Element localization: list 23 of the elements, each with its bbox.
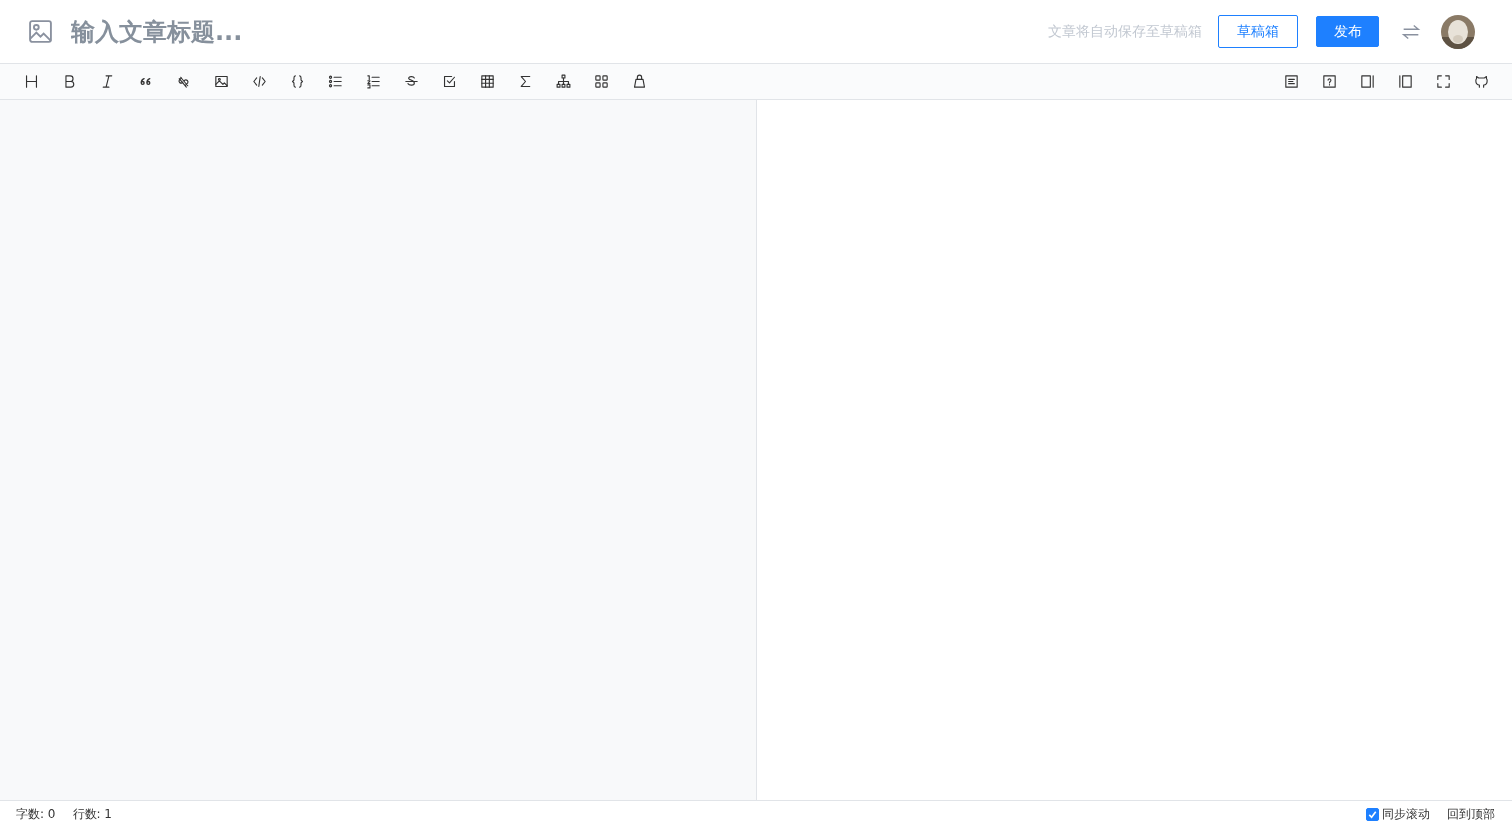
- title-field[interactable]: 输入文章标题...: [71, 17, 571, 46]
- autosave-note: 文章将自动保存至草稿箱: [1048, 22, 1202, 41]
- panel-left-icon[interactable]: [1396, 73, 1414, 90]
- stat-text: 行数: 1: [72, 805, 112, 823]
- publish-button[interactable]: 发布: [1316, 16, 1379, 47]
- table-icon[interactable]: [478, 73, 496, 90]
- sync-scroll-label: 同步滚动: [1382, 805, 1430, 823]
- image-icon[interactable]: [212, 73, 230, 90]
- avatar[interactable]: [1441, 14, 1475, 49]
- stat-text: 字数: 0: [16, 805, 56, 823]
- hierarchy-icon[interactable]: [554, 73, 572, 90]
- drafts-button[interactable]: 草稿箱: [1218, 15, 1298, 48]
- back-to-top-link[interactable]: 回到顶部: [1447, 805, 1495, 823]
- checkbox[interactable]: [1366, 807, 1379, 821]
- bullet-list-icon[interactable]: [326, 73, 344, 90]
- cat-icon[interactable]: [1472, 73, 1490, 90]
- document-icon[interactable]: [1282, 73, 1300, 90]
- grid-icon[interactable]: [592, 73, 610, 90]
- code-icon[interactable]: [250, 73, 268, 90]
- panel-right-icon[interactable]: [1358, 73, 1376, 90]
- help-icon[interactable]: [1320, 73, 1338, 90]
- numbered-list-icon[interactable]: [364, 73, 382, 90]
- fullscreen-icon[interactable]: [1434, 73, 1452, 90]
